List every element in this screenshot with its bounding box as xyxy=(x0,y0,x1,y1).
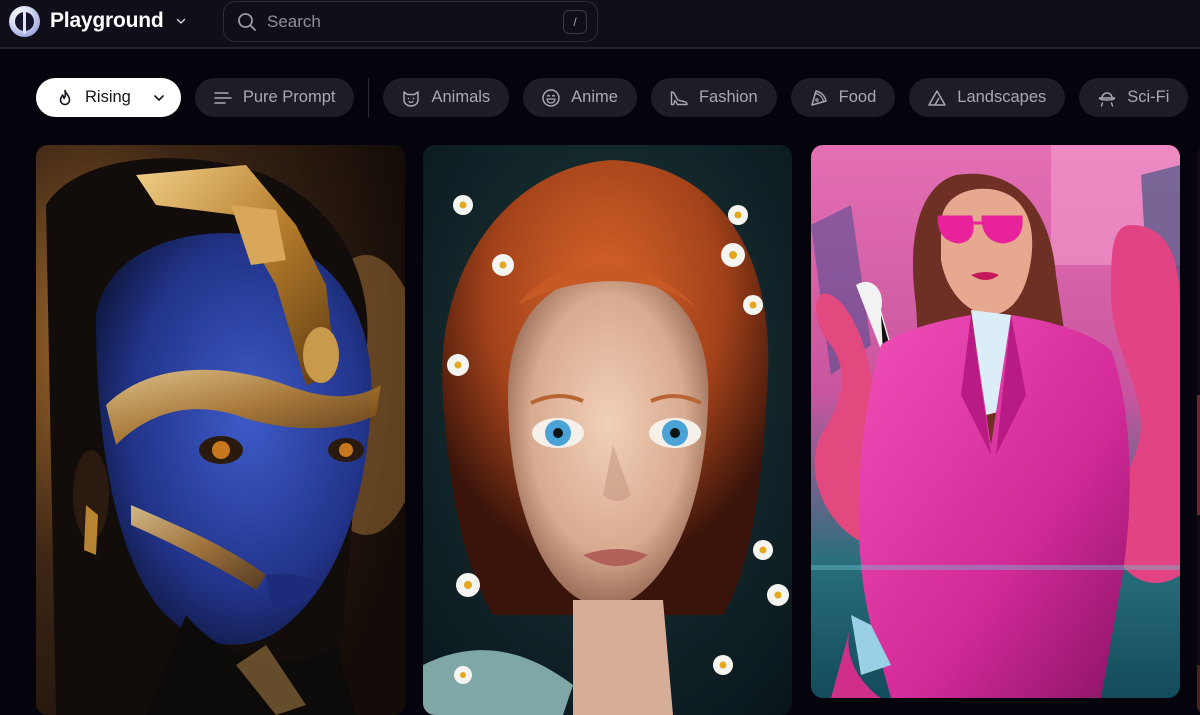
chip-label: Anime xyxy=(571,88,618,106)
brand-menu[interactable]: Playground xyxy=(9,5,186,37)
red-hair-portrait-image xyxy=(423,145,792,715)
chip-food[interactable]: Food xyxy=(790,78,896,117)
chip-divider xyxy=(368,78,370,117)
high-heel-icon xyxy=(670,90,688,105)
chip-anime[interactable]: Anime xyxy=(523,78,637,117)
blue-face-portrait-image xyxy=(36,145,405,715)
sort-label: Rising xyxy=(85,88,131,106)
chip-label: Food xyxy=(838,88,877,106)
playground-logo-icon xyxy=(9,5,40,37)
gallery-image[interactable] xyxy=(36,145,405,715)
top-bar: Playground / xyxy=(0,0,1200,49)
sort-dropdown[interactable]: Rising xyxy=(36,78,181,117)
search-shortcut-key: / xyxy=(563,9,587,34)
lines-icon xyxy=(214,91,232,104)
flame-icon xyxy=(59,89,71,105)
chevron-down-icon xyxy=(176,18,185,24)
chevron-down-icon xyxy=(154,94,164,101)
chip-fashion[interactable]: Fashion xyxy=(650,78,777,117)
gallery-image[interactable] xyxy=(811,145,1180,698)
chip-animals[interactable]: Animals xyxy=(383,78,510,117)
chip-landscapes[interactable]: Landscapes xyxy=(909,78,1066,117)
ufo-icon xyxy=(1099,91,1116,107)
chip-label: Pure Prompt xyxy=(242,88,336,106)
pizza-slice-icon xyxy=(810,89,827,106)
chip-label: Landscapes xyxy=(957,88,1047,106)
mountain-icon xyxy=(928,89,947,106)
pink-suit-portrait-image xyxy=(811,145,1180,698)
cat-face-icon xyxy=(403,90,420,107)
brand-name: Playground xyxy=(50,9,164,32)
chip-label: Animals xyxy=(431,88,491,106)
gallery-image[interactable] xyxy=(423,145,792,715)
smiley-face-icon xyxy=(542,88,560,107)
chip-label: Sci-Fi xyxy=(1127,88,1170,106)
chip-sci-fi[interactable]: Sci-Fi xyxy=(1079,78,1189,117)
search-icon xyxy=(238,12,256,31)
category-filter-bar: Rising Pure Prompt Animals Anime Fashion… xyxy=(36,78,1200,117)
chip-label: Fashion xyxy=(698,88,758,106)
search-box[interactable]: / xyxy=(223,1,598,42)
search-input[interactable] xyxy=(267,11,563,32)
chip-pure-prompt[interactable]: Pure Prompt xyxy=(194,78,355,117)
